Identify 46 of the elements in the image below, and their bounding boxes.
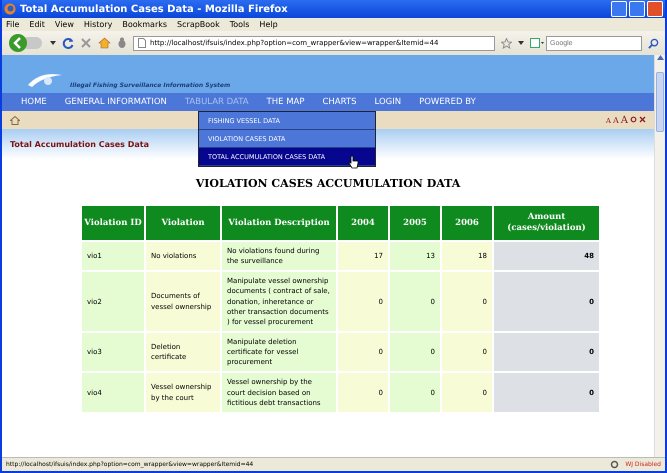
column-header: 2005 [390,206,440,240]
nav-item[interactable]: GENERAL INFORMATION [56,97,176,107]
column-header: 2006 [442,206,492,240]
home-icon[interactable] [10,116,20,124]
minimize-button[interactable] [611,1,627,17]
search-icon[interactable] [648,38,659,48]
close-button[interactable] [647,1,663,17]
column-header: Violation Description [222,206,336,240]
nav-item[interactable]: HOME [12,97,56,107]
table-heading: VIOLATION CASES ACCUMULATION DATA [194,177,462,190]
font-size-link[interactable]: A [620,114,628,126]
menu-item[interactable]: Help [259,20,278,29]
menu-item[interactable]: Edit [29,20,45,29]
menu-item[interactable]: File [6,20,20,29]
column-header: Violation [146,206,220,240]
menu-item[interactable]: View [54,20,74,29]
column-header: Amount (cases/violation) [494,206,599,240]
menu-item[interactable]: History [84,20,112,29]
nav-item[interactable]: POWERED BY [410,97,485,107]
search-engine-icon[interactable] [530,38,544,48]
nav-item[interactable]: CHARTS [313,97,366,107]
page-icon [138,38,146,48]
column-header: 2004 [338,206,388,240]
window-title: Total Accumulation Cases Data - Mozilla Firefox [20,4,289,14]
close-icon[interactable] [639,116,646,122]
reset-icon[interactable] [630,116,637,122]
dropdown-arrow-icon[interactable] [518,41,524,45]
hand-cursor-icon [348,155,359,169]
browser-logo-icon [4,3,16,15]
star-icon[interactable] [501,38,512,48]
menu-item[interactable]: ScrapBook [177,20,220,29]
scrollbar-thumb[interactable] [656,72,664,132]
menu-item[interactable]: Tools [230,20,250,29]
restore-button[interactable] [629,1,645,17]
reload-icon[interactable] [62,37,74,49]
gear-icon[interactable] [610,460,620,469]
nav-item[interactable]: THE MAP [258,97,314,107]
nav-item[interactable]: LOGIN [366,97,410,107]
back-button[interactable] [8,33,44,53]
font-size-link[interactable]: A [612,116,619,124]
menu-item[interactable]: Bookmarks [122,20,168,29]
page-title: Total Accumulation Cases Data [10,140,149,148]
stop-icon[interactable] [80,37,92,49]
dropdown-arrow-icon[interactable] [50,41,56,45]
home-icon[interactable] [98,37,111,49]
column-header: Violation ID [82,206,144,240]
